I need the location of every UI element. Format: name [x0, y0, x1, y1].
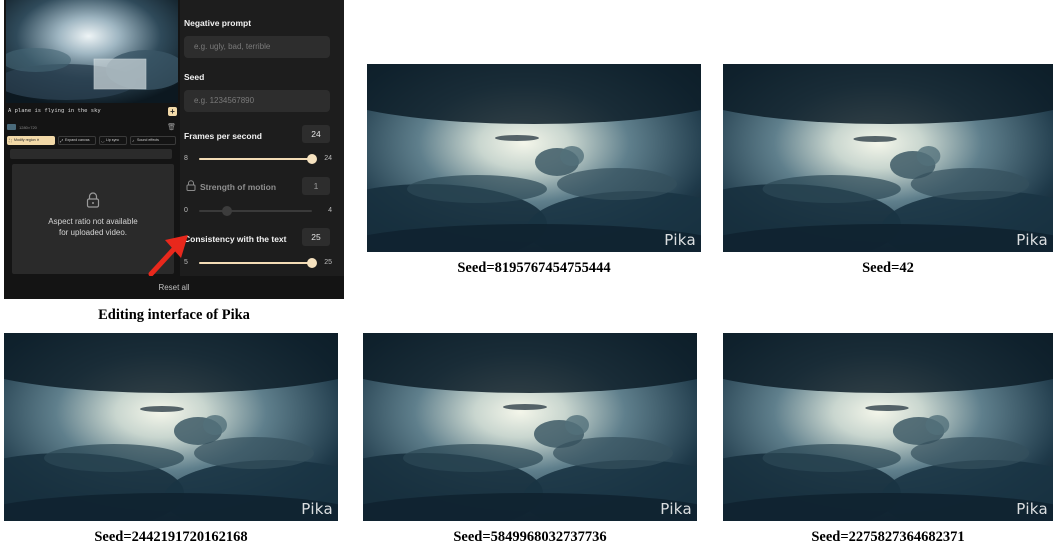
motion-label: Strength of motion	[200, 182, 277, 192]
reset-all-button[interactable]: Reset all	[4, 283, 344, 292]
cloudscape-image	[367, 64, 701, 252]
panel-caption: Editing interface of Pika	[98, 307, 250, 323]
fps-slider[interactable]: 8 24	[184, 152, 332, 166]
reset-bar[interactable]: Reset all	[4, 276, 344, 299]
motion-knob[interactable]	[222, 206, 233, 216]
tool-chips: ⛶ Modify region ✕ ⤢ Expand canvas ◡ Lip syn…	[6, 136, 178, 146]
seed-input[interactable]: e.g. 1234567890	[184, 90, 330, 112]
prompt-row[interactable]: A plane is flying in the sky +	[6, 107, 178, 118]
result-frame-4: Pika	[363, 333, 697, 521]
consistency-slider[interactable]: 5 25	[184, 256, 332, 270]
lips-icon: ◡	[101, 138, 105, 143]
crop-icon: ⛶	[9, 138, 12, 143]
pika-watermark: Pika	[1016, 500, 1048, 518]
video-row: 1280×720 🗑	[6, 122, 178, 134]
negative-prompt-input[interactable]: e.g. ugly, bad, terrible	[184, 36, 330, 58]
fps-min: 8	[184, 155, 188, 162]
sound-effects-chip[interactable]: ♪ Sound effects	[130, 136, 176, 145]
result-frame-5: Pika	[723, 333, 1053, 521]
pika-watermark: Pika	[660, 500, 692, 518]
lock-icon	[186, 180, 196, 191]
fps-track	[199, 154, 317, 164]
cloudscape-image	[723, 333, 1053, 521]
consistency-fill	[199, 262, 312, 264]
consistency-max: 25	[324, 259, 332, 266]
pika-watermark: Pika	[1016, 231, 1048, 249]
modify-region-chip[interactable]: ⛶ Modify region ✕	[7, 136, 55, 145]
expand-icon: ⤢	[60, 138, 64, 143]
expand-canvas-chip[interactable]: ⤢ Expand canvas	[58, 136, 96, 145]
chip-label: Lip sync	[106, 138, 120, 142]
pika-watermark: Pika	[301, 500, 333, 518]
trash-icon[interactable]: 🗑	[167, 123, 176, 131]
fps-knob[interactable]	[307, 154, 317, 164]
add-prompt-button[interactable]: +	[168, 107, 177, 116]
video-thumbnail	[7, 124, 16, 130]
negative-prompt-label: Negative prompt	[184, 18, 252, 28]
result-frame-2: Pika	[723, 64, 1053, 252]
cloudscape-image	[363, 333, 697, 521]
aspect-message-line1: Aspect ratio not available	[48, 217, 138, 226]
consistency-label: Consistency with the text	[184, 234, 287, 244]
fps-fill	[199, 158, 312, 160]
prompt-text: A plane is flying in the sky	[8, 108, 101, 114]
pika-watermark: Pika	[664, 231, 696, 249]
annotation-arrow-icon	[148, 235, 188, 276]
result-frame-1: Pika	[367, 64, 701, 252]
consistency-value[interactable]: 25	[302, 228, 330, 246]
seed-caption-1: Seed=8195767454755444	[457, 260, 611, 276]
motion-slider[interactable]: 0 4	[184, 204, 332, 218]
fps-max: 24	[324, 155, 332, 162]
cloudscape-image	[723, 64, 1053, 252]
fps-value[interactable]: 24	[302, 125, 330, 143]
lip-sync-chip[interactable]: ◡ Lip sync	[99, 136, 127, 145]
chip-label: Sound effects	[137, 138, 159, 142]
seed-caption-3: Seed=2442191720162168	[94, 529, 248, 545]
lock-icon	[86, 192, 100, 208]
seed-caption-4: Seed=5849968032737736	[453, 529, 607, 545]
sound-icon: ♪	[132, 138, 134, 143]
result-frame-3: Pika	[4, 333, 338, 521]
chip-label: Modify region	[14, 138, 36, 142]
pika-editing-panel: A plane is flying in the sky + 1280×720 …	[4, 0, 344, 299]
chip-label: Expand canvas	[65, 138, 90, 142]
video-preview[interactable]	[6, 0, 178, 103]
motion-min: 0	[184, 207, 188, 214]
cloudscape-image	[4, 333, 338, 521]
fps-label: Frames per second	[184, 131, 262, 141]
consistency-knob[interactable]	[307, 258, 317, 268]
motion-track	[199, 206, 312, 216]
motion-max: 4	[328, 207, 332, 214]
consistency-track	[199, 258, 317, 268]
motion-value[interactable]: 1	[302, 177, 330, 195]
seed-caption-2: Seed=42	[862, 260, 914, 276]
video-info: 1280×720	[19, 125, 37, 130]
seed-caption-5: Seed=2275827364682371	[811, 529, 965, 545]
seed-label: Seed	[184, 72, 205, 82]
settings-column: Negative prompt e.g. ugly, bad, terrible…	[180, 0, 344, 276]
scroll-bar[interactable]	[10, 149, 172, 159]
